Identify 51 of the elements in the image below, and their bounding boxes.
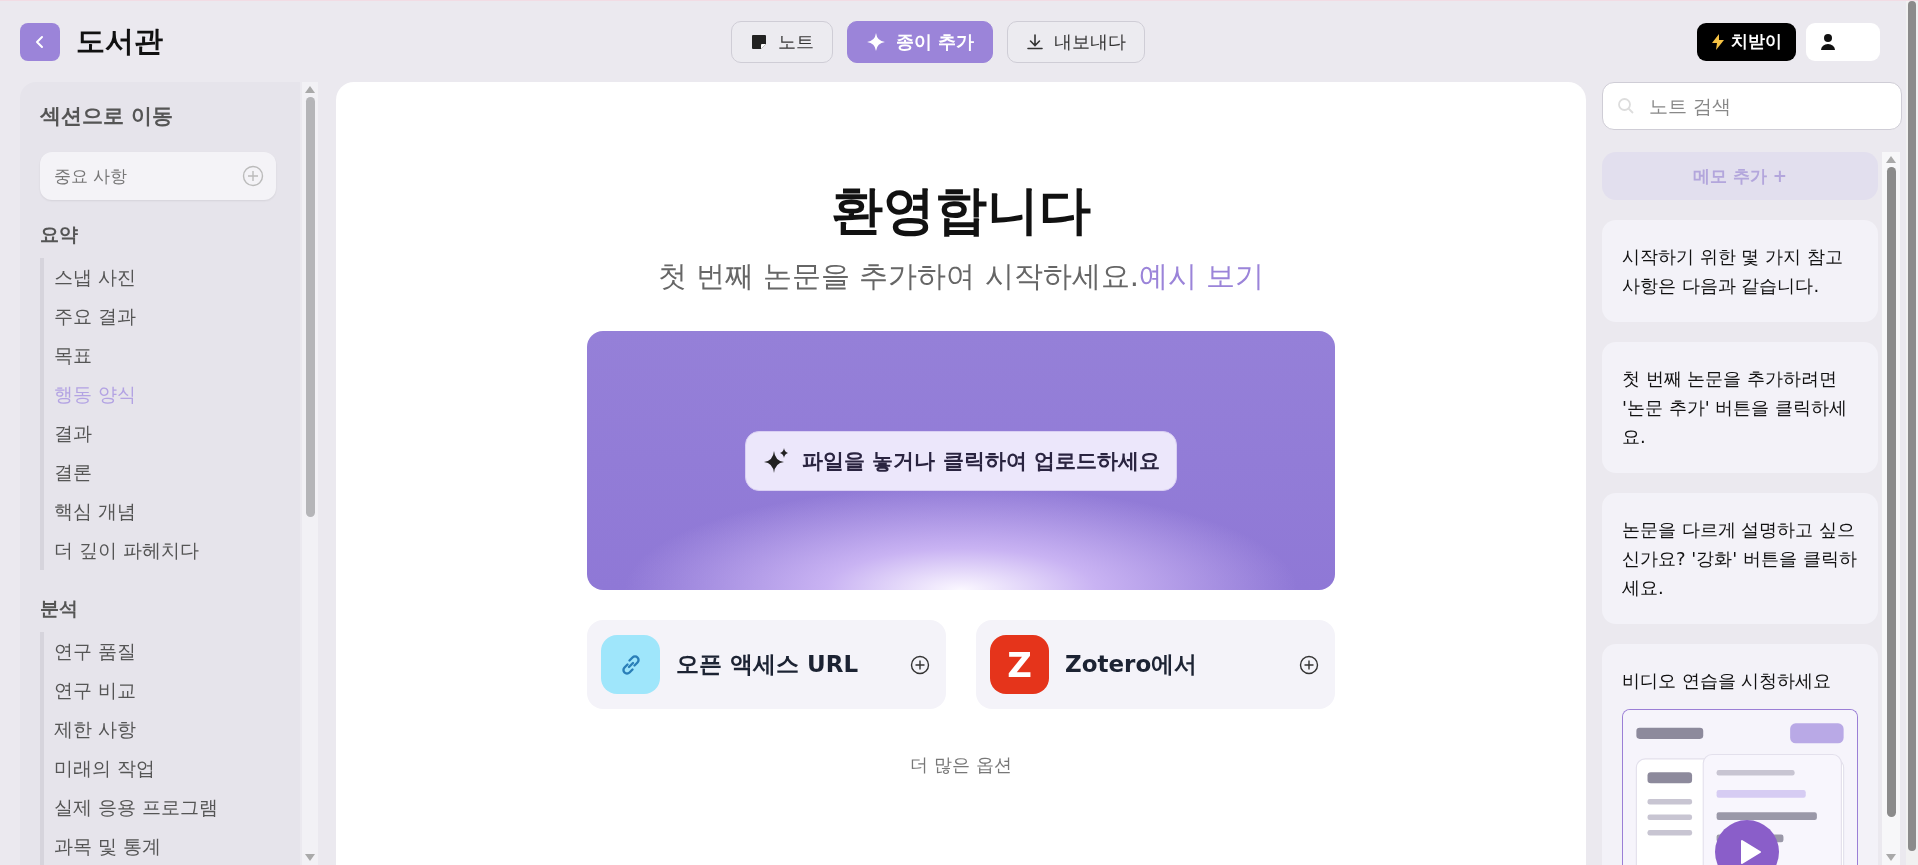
source-card[interactable]: Z Zotero에서 — [976, 620, 1335, 710]
note-text: 비디오 연습을 시청하세요 — [1622, 669, 1833, 693]
section-link[interactable]: 더 깊이 파헤치다 — [54, 531, 300, 570]
scrollbar[interactable] — [302, 82, 318, 865]
toolbar-button[interactable]: 노트 — [731, 20, 833, 63]
section-heading: 요약 — [40, 222, 79, 247]
section-link[interactable]: 미래의 작업 — [54, 749, 300, 788]
scrollbar[interactable] — [1882, 152, 1900, 865]
section-link[interactable]: 과목 및 통계 — [54, 827, 300, 865]
note-text: 시작하기 위한 몇 가지 참고 사항은 다음과 같습니다. — [1622, 245, 1844, 298]
section-link[interactable]: 실제 응용 프로그램 — [54, 788, 300, 827]
section-link[interactable]: 목표 — [54, 336, 300, 375]
note-text: 첫 번째 논문을 추가하려면 '논문 추가' 버튼을 클릭하세요. — [1622, 367, 1849, 449]
source-label: 오픈 액세스 URL — [676, 650, 859, 680]
back-button[interactable] — [20, 22, 60, 61]
welcome-title: 환영합니다 — [831, 182, 1091, 240]
source-card[interactable]: 오픈 액세스 URL — [587, 620, 946, 710]
toolbar-button[interactable]: 종이 추가 — [847, 20, 994, 63]
upgrade-button[interactable]: 치받이 — [1697, 22, 1796, 61]
welcome-subtitle: 첫 번째 논문을 추가하여 시작하세요. — [657, 259, 1139, 294]
account-button[interactable] — [1806, 22, 1880, 61]
upload-button[interactable]: 파일을 놓거나 클릭하여 업로드하세요 — [745, 430, 1177, 491]
section-link[interactable]: 주요 결과 — [54, 297, 300, 336]
section-link[interactable]: 핵심 개념 — [54, 492, 300, 531]
add-circle-icon[interactable] — [1299, 654, 1319, 675]
upload-dropzone[interactable]: 파일을 놓거나 클릭하여 업로드하세요 — [587, 331, 1335, 591]
page-title: 도서관 — [76, 22, 163, 60]
section-link[interactable]: 제한 사항 — [54, 710, 300, 749]
zotero-logo: Z — [990, 635, 1049, 695]
sidebar-title: 섹션으로 이동 — [40, 103, 175, 130]
download-icon — [1026, 32, 1045, 51]
more-options-link[interactable]: 더 많은 옵션 — [910, 753, 1012, 778]
section-link[interactable]: 연구 비교 — [54, 671, 300, 710]
user-icon — [1820, 32, 1836, 51]
example-link[interactable]: 예시 보기 — [1138, 259, 1265, 294]
play-icon — [1738, 839, 1762, 865]
section-link[interactable]: 결과 — [54, 414, 300, 453]
search-field[interactable]: 노트 검색 — [1602, 82, 1902, 130]
lightning-icon — [1711, 32, 1725, 51]
add-circle-icon[interactable] — [910, 654, 930, 675]
section-link[interactable]: 스냅 사진 — [54, 258, 300, 297]
page-scrollbar[interactable] — [1906, 1, 1918, 865]
note-text: 논문을 다르게 설명하고 싶으신가요? '강화' 버튼을 클릭하세요. — [1622, 518, 1858, 600]
section-input-field[interactable]: 중요 사항 — [40, 152, 276, 200]
toolbar-button[interactable]: 내보내다 — [1007, 20, 1146, 63]
link-icon — [601, 635, 660, 695]
section-link[interactable]: 연구 품질 — [54, 632, 300, 671]
source-label: Zotero에서 — [1065, 650, 1198, 680]
note-icon — [750, 32, 768, 51]
section-heading: 분석 — [40, 596, 79, 621]
section-link[interactable]: 결론 — [54, 453, 300, 492]
